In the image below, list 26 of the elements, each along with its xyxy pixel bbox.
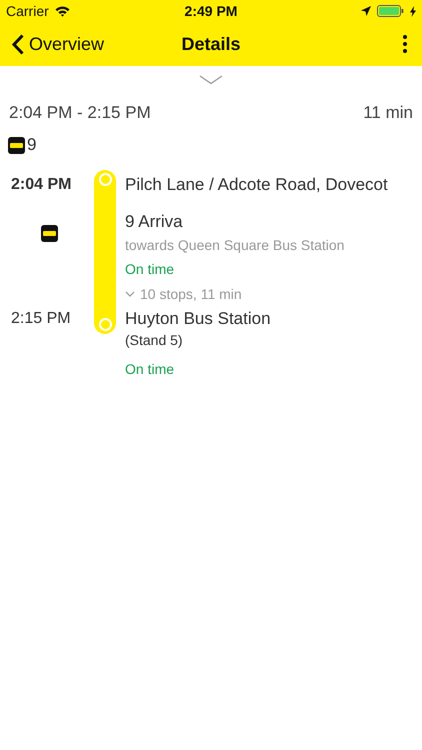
arrival-stop: Huyton Bus Station: [125, 308, 272, 330]
battery-icon: [377, 5, 404, 17]
trip-duration: 11 min: [363, 103, 413, 123]
location-icon: [361, 6, 371, 16]
collapse-chevron-icon[interactable]: [199, 75, 223, 85]
departure-time: 2:04 PM: [10, 175, 72, 195]
carrier-label: Carrier: [6, 3, 49, 19]
trip-time-range: 2:04 PM - 2:15 PM: [9, 103, 151, 123]
bus-icon: [41, 225, 58, 242]
arrival-status: On time: [125, 360, 176, 379]
back-chevron-icon: [12, 34, 24, 54]
status-time: 2:49 PM: [184, 3, 238, 19]
charging-icon: [410, 6, 416, 16]
nav-title: Details: [181, 34, 241, 54]
back-button[interactable]: Overview: [12, 34, 104, 54]
departure-status: On time: [125, 260, 176, 279]
arrival-platform: (Stand 5): [125, 331, 184, 349]
wifi-icon: [54, 6, 70, 16]
route-name: 9 Arriva: [125, 211, 184, 233]
expand-chevron-icon: [125, 291, 135, 297]
more-menu-icon[interactable]: [402, 35, 408, 53]
bus-icon: [8, 136, 25, 154]
route-direction: towards Queen Square Bus Station: [125, 236, 346, 255]
line-number: 9: [27, 135, 36, 155]
departure-stop: Pilch Lane / Adcote Road, Dovecot: [125, 174, 389, 196]
arrival-time: 2:15 PM: [10, 309, 72, 329]
